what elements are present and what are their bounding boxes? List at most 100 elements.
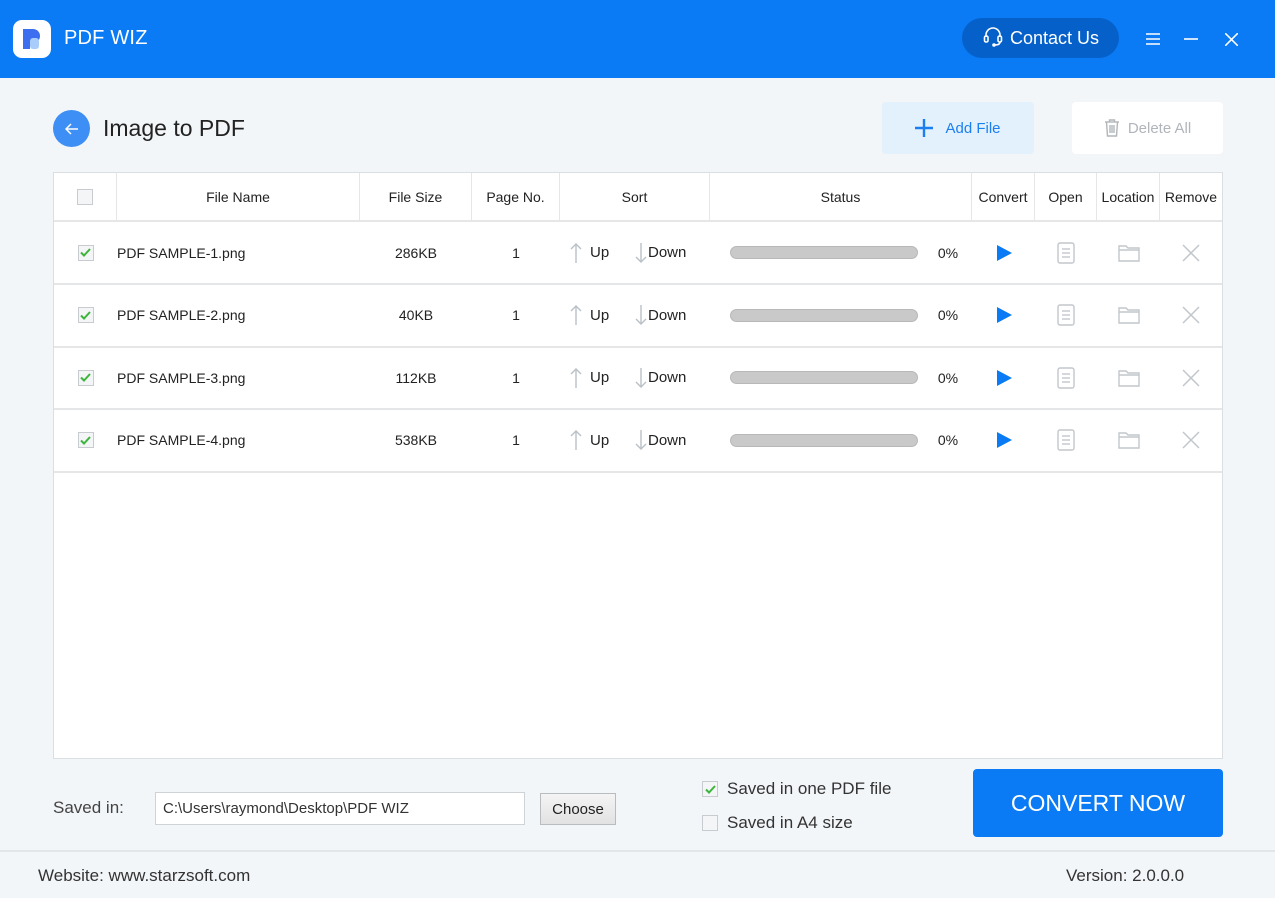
open-location-button[interactable]	[1117, 306, 1140, 324]
table-row: PDF SAMPLE-2.png 40KB 1 Up Down 0%	[54, 285, 1222, 348]
convert-cell	[972, 222, 1035, 283]
convert-button[interactable]	[996, 369, 1012, 386]
row-check-cell	[54, 222, 117, 283]
one-pdf-file-checkbox[interactable]	[702, 781, 718, 797]
row-checkbox[interactable]	[77, 244, 94, 261]
document-icon	[1057, 366, 1075, 389]
choose-folder-button[interactable]: Choose	[540, 793, 616, 825]
delete-all-button[interactable]: Delete All	[1072, 102, 1223, 154]
option-a4-size[interactable]: Saved in A4 size	[702, 813, 853, 833]
checkmark-icon	[704, 784, 716, 794]
progress-bar	[729, 371, 918, 384]
open-file-button[interactable]	[1057, 366, 1075, 389]
header-open: Open	[1035, 173, 1097, 220]
add-file-button[interactable]: Add File	[882, 102, 1034, 154]
open-file-button[interactable]	[1057, 304, 1075, 326]
sort-up-label: Up	[590, 431, 610, 449]
checkmark-icon	[80, 373, 91, 382]
one-pdf-file-label: Saved in one PDF file	[727, 779, 892, 798]
page-count: 1	[512, 432, 520, 448]
convert-button[interactable]	[996, 244, 1012, 261]
select-all-checkbox[interactable]	[77, 188, 93, 205]
sort-up-label: Up	[590, 244, 610, 261]
sort-up-button[interactable]: Up	[560, 367, 635, 388]
sort-down-label: Down	[648, 431, 687, 449]
status-cell: 0%	[710, 285, 972, 346]
folder-icon	[1117, 307, 1140, 324]
arrow-down-icon	[635, 305, 647, 325]
row-check-cell	[54, 347, 117, 408]
sort-up-label: Up	[590, 369, 610, 386]
row-checkbox[interactable]	[77, 307, 94, 323]
sort-up-button[interactable]: Up	[560, 242, 635, 263]
folder-icon	[1117, 369, 1140, 387]
sort-down-button[interactable]: Down	[635, 242, 710, 263]
progress-percent: 0%	[937, 369, 959, 386]
remove-file-button[interactable]	[1182, 243, 1200, 262]
document-icon	[1057, 429, 1075, 451]
convert-button[interactable]	[996, 307, 1012, 323]
sort-down-button[interactable]: Down	[635, 430, 710, 450]
open-location-button[interactable]	[1117, 431, 1140, 449]
progress-percent: 0%	[937, 244, 959, 261]
sort-down-button[interactable]: Down	[635, 305, 710, 325]
sort-cell: Up Down	[560, 410, 710, 471]
open-file-button[interactable]	[1057, 429, 1075, 451]
play-icon	[996, 432, 1012, 448]
option-one-pdf-file[interactable]: Saved in one PDF file	[702, 779, 891, 799]
page-count: 1	[512, 369, 520, 386]
convert-button[interactable]	[996, 432, 1012, 448]
location-cell	[1097, 347, 1160, 408]
row-checkbox[interactable]	[77, 369, 94, 386]
arrow-left-icon	[64, 122, 78, 135]
minimize-button[interactable]	[1178, 26, 1204, 52]
open-cell	[1035, 410, 1097, 471]
a4-size-checkbox[interactable]	[702, 815, 718, 831]
close-window-button[interactable]	[1218, 26, 1244, 52]
close-x-icon	[1182, 306, 1200, 324]
open-cell	[1035, 222, 1097, 283]
status-cell: 0%	[710, 410, 972, 471]
remove-cell	[1160, 410, 1222, 471]
minimize-icon	[1184, 38, 1198, 40]
remove-file-button[interactable]	[1182, 431, 1200, 449]
app-title: PDF WIZ	[64, 27, 148, 49]
arrow-up-icon	[570, 242, 582, 263]
location-cell	[1097, 285, 1160, 346]
page-count: 1	[512, 307, 520, 323]
sort-up-button[interactable]: Up	[560, 430, 635, 450]
sort-down-button[interactable]: Down	[635, 367, 710, 388]
back-button[interactable]	[53, 110, 90, 147]
open-file-button[interactable]	[1057, 241, 1075, 264]
header-select-all-cell	[54, 173, 117, 220]
open-location-button[interactable]	[1117, 244, 1140, 262]
arrow-up-icon	[570, 367, 582, 388]
convert-now-button[interactable]: CONVERT NOW	[973, 769, 1223, 837]
row-check-cell	[54, 285, 117, 346]
progress-bar	[729, 308, 918, 322]
menu-button[interactable]	[1140, 26, 1166, 52]
hamburger-menu-icon	[1146, 33, 1160, 45]
save-path-input[interactable]	[155, 792, 525, 825]
contact-us-button[interactable]: Contact Us	[962, 18, 1119, 58]
open-location-button[interactable]	[1117, 369, 1140, 387]
a4-size-label: Saved in A4 size	[727, 813, 853, 832]
version-text: Version: 2.0.0.0	[1066, 866, 1185, 885]
remove-file-button[interactable]	[1182, 306, 1200, 324]
file-size: 538KB	[394, 432, 438, 448]
remove-file-button[interactable]	[1182, 368, 1200, 387]
document-icon	[1057, 304, 1075, 326]
folder-icon	[1117, 244, 1140, 262]
sort-cell: Up Down	[560, 285, 710, 346]
header-convert: Convert	[972, 173, 1035, 220]
checkmark-icon	[80, 310, 91, 320]
header-sort: Sort	[560, 173, 710, 220]
file-name: PDF SAMPLE-2.png	[117, 307, 246, 323]
remove-cell	[1160, 285, 1222, 346]
arrow-down-icon	[635, 242, 647, 263]
sort-up-button[interactable]: Up	[560, 305, 635, 325]
remove-cell	[1160, 347, 1222, 408]
close-x-icon	[1182, 243, 1200, 262]
play-icon	[996, 369, 1012, 386]
row-checkbox[interactable]	[77, 432, 94, 448]
